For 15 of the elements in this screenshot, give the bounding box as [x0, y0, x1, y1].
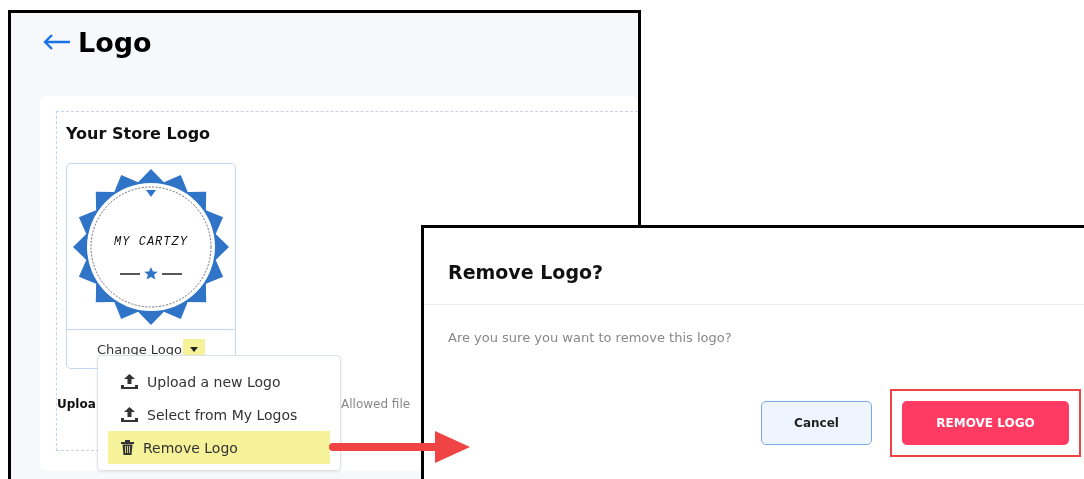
allowed-file-text: Allowed file [341, 397, 411, 411]
menu-item[interactable]: Remove Logo [108, 431, 330, 464]
section-heading: Your Store Logo [66, 124, 212, 143]
menu-item[interactable]: Upload a new Logo [108, 365, 330, 398]
dialog-message: Are you sure you want to remove this logo? [447, 329, 733, 345]
back-arrow-icon[interactable] [42, 33, 72, 51]
dialog-title: Remove Logo? [424, 228, 1084, 305]
menu-item[interactable]: Select from My Logos [108, 398, 330, 431]
upload-icon [121, 407, 138, 422]
upload-icon [121, 374, 138, 389]
trash-icon [121, 440, 134, 455]
page-title: Logo [78, 26, 152, 58]
upload-label: Uploa [57, 397, 97, 411]
cancel-button[interactable]: Cancel [761, 401, 872, 445]
logo-text: MY CARTZY [113, 235, 189, 249]
